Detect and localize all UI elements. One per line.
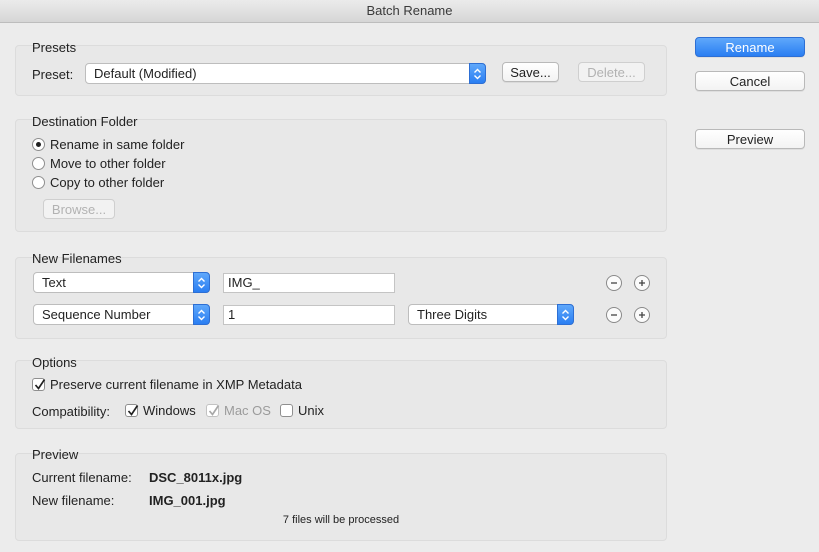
select-arrows-icon — [193, 304, 210, 325]
rename-button[interactable]: Rename — [695, 37, 805, 57]
sequence-start-input[interactable]: 1 — [223, 305, 395, 325]
current-filename-value: DSC_8011x.jpg — [149, 470, 243, 485]
plus-icon — [639, 280, 645, 286]
options-group — [15, 360, 667, 429]
new-filenames-title: New Filenames — [32, 251, 122, 266]
select-value: Sequence Number — [42, 307, 151, 322]
checkbox-label: Unix — [298, 403, 325, 418]
radio-icon — [32, 176, 45, 189]
compatibility-label: Compatibility: — [32, 404, 111, 419]
new-filename-label: New filename: — [32, 493, 115, 508]
radio-label: Move to other folder — [50, 156, 166, 171]
radio-icon — [32, 157, 45, 170]
add-row-2-button[interactable] — [634, 307, 650, 323]
radio-selected-icon — [32, 138, 45, 151]
checkbox-label: Windows — [143, 403, 196, 418]
checkbox-label: Preserve current filename in XMP Metadat… — [50, 377, 302, 392]
minus-icon — [611, 282, 617, 284]
preview-button[interactable]: Preview — [695, 129, 805, 149]
checkbox-checked-icon — [32, 378, 46, 391]
radio-label: Rename in same folder — [50, 137, 185, 152]
window-title: Batch Rename — [0, 0, 819, 23]
new-filenames-group — [15, 257, 667, 339]
new-filename-value: IMG_001.jpg — [149, 493, 226, 508]
preset-label: Preset: — [32, 67, 74, 82]
filename-text-input[interactable]: IMG_ — [223, 273, 395, 293]
select-value: Text — [42, 275, 66, 290]
delete-preset-button[interactable]: Delete... — [578, 62, 645, 82]
preview-title: Preview — [32, 447, 79, 462]
options-title: Options — [32, 355, 77, 370]
checkbox-checked-disabled-icon — [206, 404, 220, 417]
checkbox-label: Mac OS — [224, 403, 271, 418]
save-preset-button[interactable]: Save... — [502, 62, 559, 82]
files-processed-summary: 7 files will be processed — [282, 514, 400, 526]
select-arrows-icon — [557, 304, 574, 325]
batch-rename-dialog: Batch Rename Presets Preset: Default (Mo… — [0, 0, 819, 552]
checkbox-checked-icon — [125, 404, 139, 417]
select-arrows-icon — [193, 272, 210, 293]
cancel-button[interactable]: Cancel — [695, 71, 805, 91]
remove-row-2-button[interactable] — [606, 307, 622, 323]
presets-title: Presets — [32, 40, 77, 55]
checkbox-icon — [280, 404, 293, 417]
filename-type-select-2[interactable]: Sequence Number — [33, 304, 210, 325]
filename-type-select-1[interactable]: Text — [33, 272, 210, 293]
select-arrows-icon — [469, 63, 486, 84]
browse-button[interactable]: Browse... — [43, 199, 115, 219]
digits-select[interactable]: Three Digits — [408, 304, 574, 325]
preset-select-value: Default (Modified) — [94, 66, 197, 81]
remove-row-1-button[interactable] — [606, 275, 622, 291]
minus-icon — [611, 314, 617, 316]
select-value: Three Digits — [417, 307, 488, 322]
add-row-1-button[interactable] — [634, 275, 650, 291]
plus-icon — [639, 312, 645, 318]
current-filename-label: Current filename: — [32, 470, 132, 485]
preset-select[interactable]: Default (Modified) — [85, 63, 486, 84]
radio-label: Copy to other folder — [50, 175, 165, 190]
destination-title: Destination Folder — [32, 114, 138, 129]
